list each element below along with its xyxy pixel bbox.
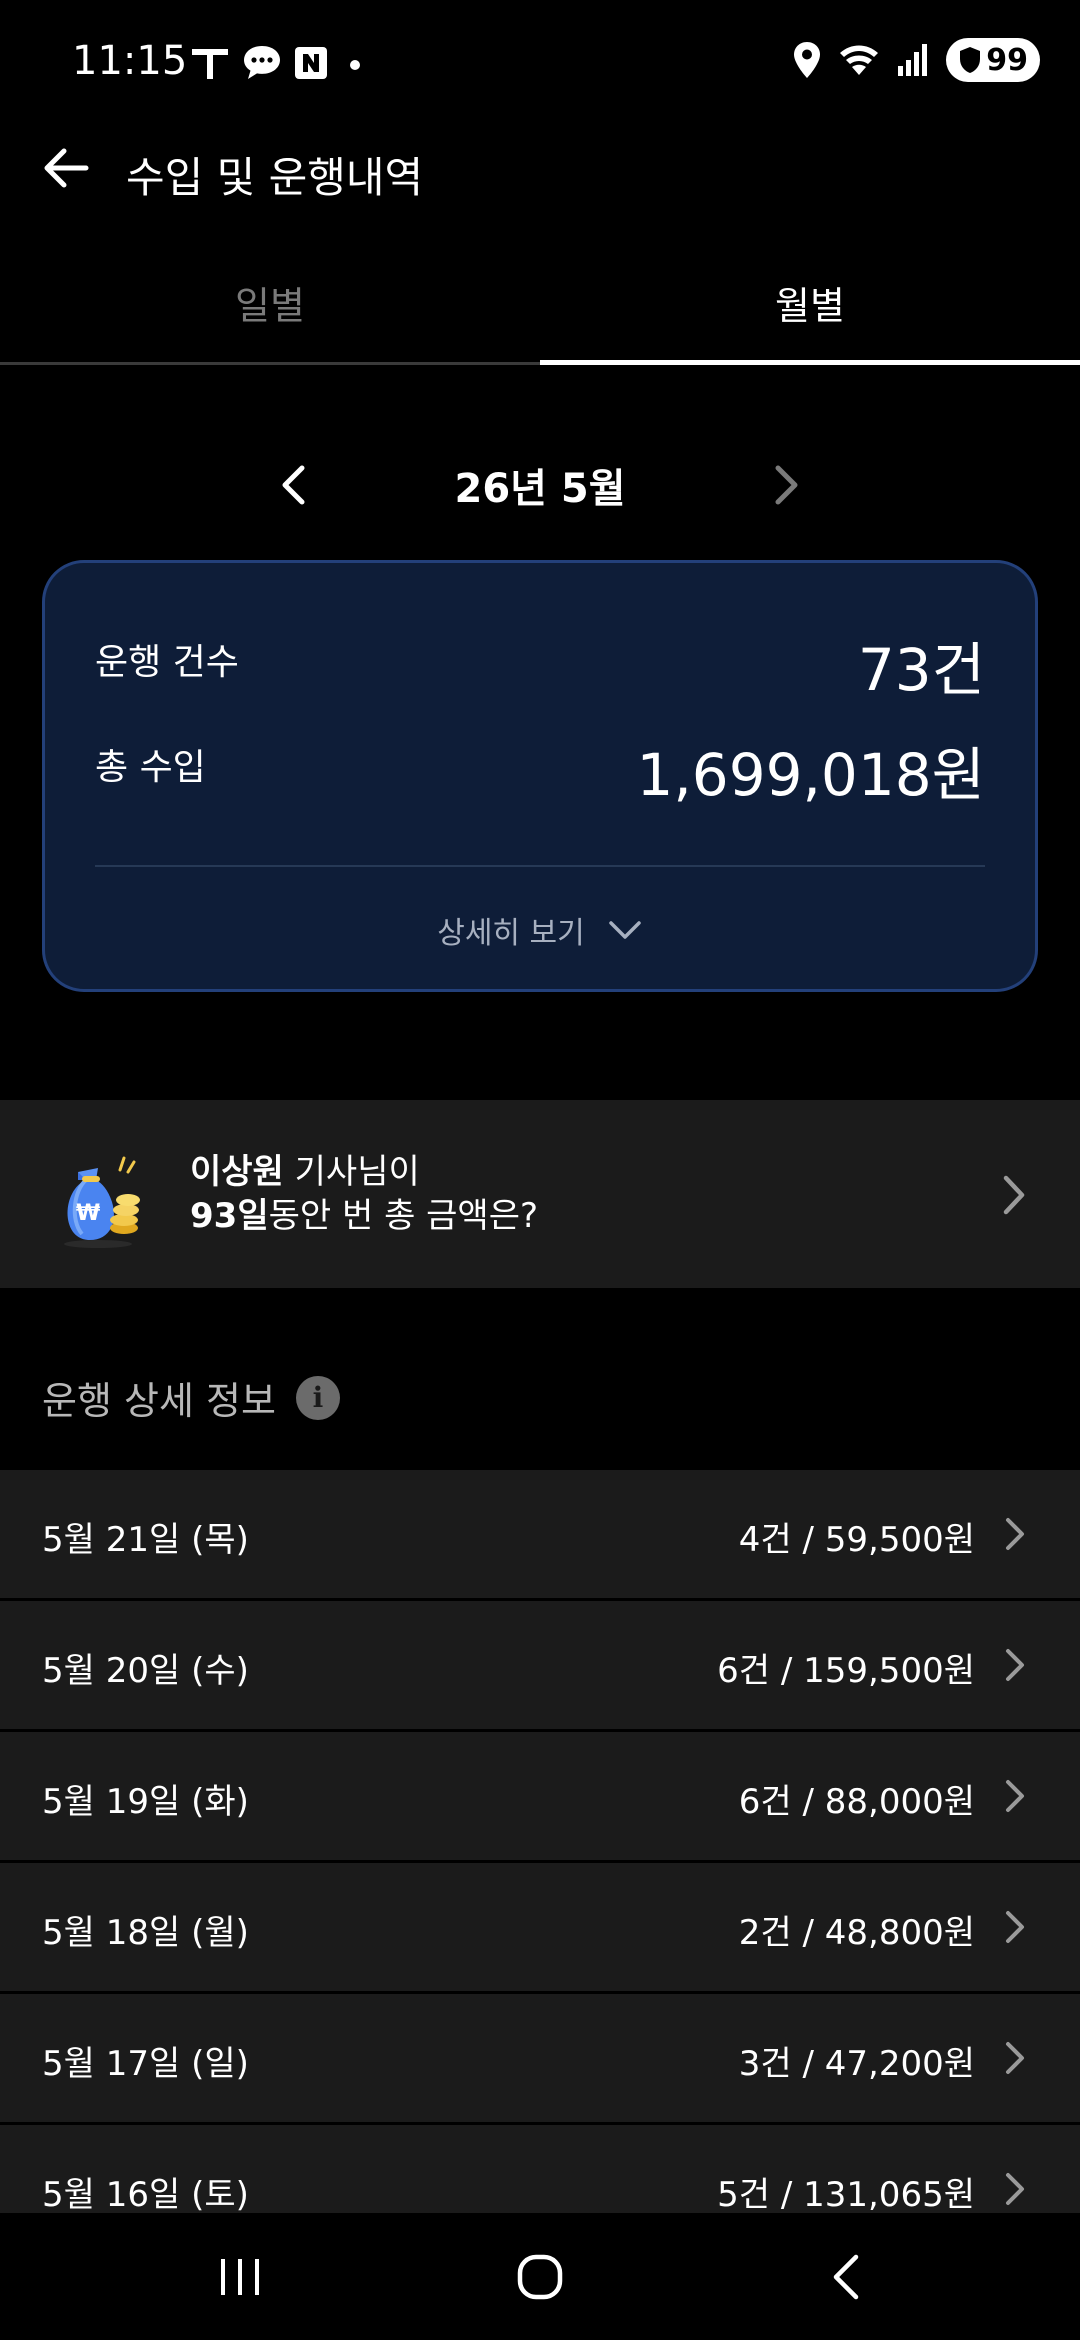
system-icons: 99	[792, 38, 1040, 82]
recent-apps-button[interactable]	[180, 2213, 300, 2340]
driver-name: 이상원	[190, 1152, 284, 1192]
trip-summary: 6건 / 159,500원	[717, 1651, 975, 1691]
info-icon[interactable]: i	[295, 1375, 340, 1420]
trip-row[interactable]: 5월 16일 (토) 5건 / 131,065원	[0, 2125, 1080, 2213]
recent-apps-icon	[221, 2258, 259, 2295]
month-label: 26년 5월	[454, 466, 626, 512]
naver-icon	[295, 47, 327, 79]
promo-text: 이상원 기사님이 93일동안 번 총 금액은?	[190, 1150, 538, 1238]
detail-toggle-label: 상세히 보기	[437, 916, 585, 951]
svg-text:₩: ₩	[76, 1201, 100, 1226]
section-title: 운행 상세 정보	[42, 1379, 276, 1423]
status-time: 11:15	[72, 38, 188, 84]
summary-card: 운행 건수 73건 총 수입 1,699,018원 상세히 보기	[42, 560, 1038, 992]
income-label: 총 수입	[95, 747, 206, 788]
trip-summary: 2건 / 48,800원	[738, 1913, 975, 1953]
detail-toggle-button[interactable]: 상세히 보기	[45, 908, 1035, 952]
battery-level: 99	[986, 42, 1028, 78]
tab-bar: 일별 월별	[0, 255, 1080, 365]
app-bar: 수입 및 운행내역	[0, 130, 1080, 210]
dot-icon	[350, 60, 360, 70]
page-title: 수입 및 운행내역	[126, 153, 424, 202]
trip-list: 5월 21일 (목) 4건 / 59,500원 5월 20일 (수) 6건 / …	[0, 1470, 1080, 2213]
earnings-promo-banner[interactable]: ₩ 이상원 기사님이 93일동안 번 총 금액은?	[0, 1100, 1080, 1288]
trip-row[interactable]: 5월 21일 (목) 4건 / 59,500원	[0, 1470, 1080, 1598]
system-nav-bar	[0, 2213, 1080, 2340]
trip-row[interactable]: 5월 17일 (일) 3건 / 47,200원	[0, 1994, 1080, 2122]
chevron-right-icon	[1006, 2173, 1024, 2205]
trip-row[interactable]: 5월 18일 (월) 2건 / 48,800원	[0, 1863, 1080, 1991]
back-arrow-icon[interactable]	[40, 142, 92, 194]
status-bar: 11:15 99	[0, 0, 1080, 130]
tmap-icon	[192, 49, 228, 79]
chevron-right-icon	[1006, 2042, 1024, 2074]
divider	[95, 865, 985, 867]
trip-summary: 3건 / 47,200원	[738, 2044, 975, 2084]
trip-date: 5월 20일 (수)	[42, 1651, 249, 1691]
tab-daily[interactable]: 일별	[0, 255, 540, 365]
trip-date: 5월 18일 (월)	[42, 1913, 249, 1953]
home-icon	[517, 2254, 563, 2299]
income-value: 1,699,018원	[636, 741, 985, 809]
chevron-right-icon	[1006, 1780, 1024, 1812]
trip-date: 5월 17일 (일)	[42, 2044, 249, 2084]
back-button[interactable]	[786, 2213, 906, 2340]
shield-icon	[960, 47, 981, 73]
battery-indicator: 99	[946, 38, 1040, 82]
chevron-right-icon[interactable]	[760, 460, 810, 510]
money-bag-icon: ₩	[64, 1156, 140, 1248]
location-icon	[794, 42, 821, 78]
chevron-down-icon	[609, 921, 641, 939]
notification-icons	[190, 44, 370, 82]
trip-date: 5월 19일 (화)	[42, 1782, 249, 1822]
signal-icon	[898, 44, 928, 76]
tab-monthly[interactable]: 월별	[540, 255, 1080, 365]
trip-count-label: 운행 건수	[95, 642, 239, 683]
promo-line1-suffix: 기사님이	[283, 1152, 420, 1192]
promo-line2-suffix: 동안 번 총 금액은?	[268, 1196, 539, 1236]
section-header: 운행 상세 정보 i	[42, 1370, 340, 1425]
trip-date: 5월 16일 (토)	[42, 2175, 249, 2213]
home-button[interactable]	[480, 2213, 600, 2340]
month-navigator: 26년 5월	[0, 450, 1080, 520]
trip-count-value: 73건	[857, 636, 985, 704]
chat-icon	[244, 46, 280, 79]
chevron-right-icon	[1006, 1911, 1024, 1943]
chevron-right-icon	[1003, 1175, 1025, 1215]
chevron-right-icon	[1006, 1518, 1024, 1550]
promo-days: 93일	[190, 1196, 269, 1236]
trip-summary: 4건 / 59,500원	[738, 1520, 975, 1560]
trip-summary: 5건 / 131,065원	[717, 2175, 975, 2213]
trip-summary: 6건 / 88,000원	[738, 1782, 975, 1822]
trip-row[interactable]: 5월 19일 (화) 6건 / 88,000원	[0, 1732, 1080, 1860]
back-icon	[833, 2254, 859, 2299]
chevron-right-icon	[1006, 1649, 1024, 1681]
trip-date: 5월 21일 (목)	[42, 1520, 249, 1560]
wifi-icon	[840, 45, 879, 75]
trip-row[interactable]: 5월 20일 (수) 6건 / 159,500원	[0, 1601, 1080, 1729]
